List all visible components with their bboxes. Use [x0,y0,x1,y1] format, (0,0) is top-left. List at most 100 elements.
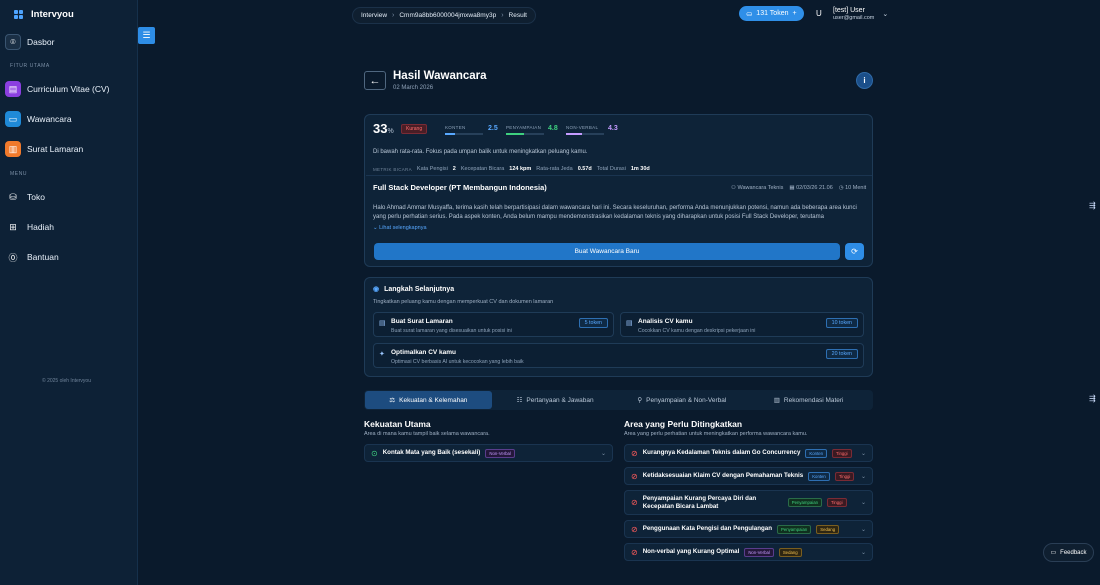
stat-value: 124 kpm [509,166,532,172]
stat-value: 1m 30d [630,166,650,172]
sparkles-icon: ✦ [379,351,385,358]
feedback-label: Feedback [1060,549,1087,556]
severity-tag: Sedang [778,547,802,557]
step-cover-letter[interactable]: ▤ Buat Surat Lamaran Buat surat lamaran … [373,312,614,337]
metric-label: KONTEN [445,125,466,130]
metric-bar [506,133,544,135]
improve-item[interactable]: ⊘ Penyampaian Kurang Percaya Diri dan Ke… [624,490,873,515]
plus-icon: + [792,10,797,17]
refresh-button[interactable]: ⟳ [845,243,864,260]
stat-label: Rata-rata Jeda [536,166,573,172]
user-email: user@gmail.com [833,15,875,21]
tab-strengths[interactable]: ⚖ Kekuatan & Kelemahan [365,391,492,409]
interview-duration: ◷ 10 Menit [839,185,866,191]
speech-metrics: METRIK BICARA Kata Pengisi 2 Kecepatan Bi… [373,166,650,172]
improve-item[interactable]: ⊘ Ketidaksesuaian Klaim CV dengan Pemaha… [624,467,873,485]
chevron-down-icon: ⌄ [860,500,866,506]
user-name: [test] User [833,7,865,14]
info-button[interactable]: i [856,72,873,89]
sidebar-item-cv[interactable]: ▤ Curriculum Vitae (CV) [5,81,110,97]
back-button[interactable]: ← [364,71,386,90]
refresh-icon: ⟳ [851,247,858,256]
side-panel-handle-icon[interactable]: ⇶ [1089,394,1096,403]
section-label: FITUR UTAMA [10,63,50,69]
breadcrumb: Interview › Cmm9a8bb6000004jmxwa8my3p › … [352,7,536,24]
cv-icon: ▤ [5,81,21,97]
chevron-right-icon: › [392,12,395,19]
document-search-icon: ▤ [626,320,633,327]
check-circle-icon: ⊙ [371,448,378,458]
brand-name: Intervyou [31,9,74,20]
improve-item[interactable]: ⊘ Kurangnya Kedalaman Teknis dalam Go Co… [624,444,873,462]
alert-circle-icon: ⊘ [631,498,638,507]
next-steps-subtitle: Tingkatkan peluang kamu dengan memperkua… [373,299,554,305]
next-steps-title-label: Langkah Selanjutnya [384,285,455,293]
stat-label: Kecepatan Bicara [460,166,505,172]
step-optimize-cv[interactable]: ✦ Optimalkan CV kamu Optimasi CV berbasi… [373,343,864,368]
sidebar-item-label: Surat Lamaran [27,144,84,154]
brand[interactable]: Intervyou [14,9,74,20]
sidebar-item-shop[interactable]: ⛁ Toko [5,189,45,205]
menu-toggle-button[interactable]: ☰ [138,27,155,44]
token-badge: 20 token [825,349,858,359]
improve-item-title: Non-verbal yang Kurang Optimal [642,548,740,555]
strengths-subtitle: Area di mana kamu tampil baik selama waw… [364,431,490,437]
alert-circle-icon: ⊘ [631,547,638,557]
new-interview-button[interactable]: Buat Wawancara Baru [374,243,840,260]
chat-icon: ▭ [5,111,21,127]
sidebar-item-gift[interactable]: ⊞ Hadiah [5,219,54,235]
sidebar-item-label: Wawancara [27,114,72,124]
sidebar: Intervyou ⌾ Dasbor FITUR UTAMA ▤ Curricu… [0,0,138,585]
sidebar-item-dashboard[interactable]: ⌾ Dasbor [5,34,54,50]
score-number: 33 [373,121,388,136]
metric-konten: KONTEN 2.5 [445,125,498,135]
improve-item-title: Penyampaian Kurang Percaya Diri dan Kece… [642,494,757,510]
sidebar-item-label: Dasbor [27,37,55,47]
metric-bar-fill [445,133,455,135]
token-button[interactable]: ⛀ 131 Token + [739,6,804,21]
improve-title: Area yang Perlu Ditingkatkan [624,419,743,429]
breadcrumb-item[interactable]: Cmm9a8bb6000004jmxwa8my3p [399,12,496,19]
user-menu[interactable]: U [test] User user@gmail.com ⌄ [816,6,888,21]
sidebar-item-label: Bantuan [27,252,59,262]
improve-item-title: Kurangnya Kedalaman Teknis dalam Go Conc… [642,449,801,456]
metric-label: PENYAMPAIAN [506,125,542,130]
interview-duration-label: 10 Menit [845,185,867,191]
token-badge: 5 token [578,318,608,328]
mic-icon: ⚲ [637,397,643,404]
tab-label: Penyampaian & Non-Verbal [646,396,727,404]
strength-item[interactable]: ⊙ Kontak Mata yang Baik (sesekali) Non-V… [364,444,613,462]
sidebar-item-cover-letter[interactable]: ▥ Surat Lamaran [5,141,83,157]
result-tabs: ⚖ Kekuatan & Kelemahan ☷ Pertanyaan & Jawa… [364,390,873,410]
tab-qa[interactable]: ☷ Pertanyaan & Jawaban [492,391,619,409]
coins-icon: ⛀ [746,10,753,18]
breadcrumb-item[interactable]: Interview [361,12,387,19]
token-badge: 10 token [825,318,858,328]
side-panel-handle-icon[interactable]: ⇶ [1089,201,1096,210]
menu-icon: ☰ [142,30,151,40]
stat-value: 0.57d [577,166,592,172]
step-desc: Buat surat lamaran yang disesuaikan untu… [391,328,512,334]
see-more-link[interactable]: ⌄ Lihat selengkapnya [373,225,427,231]
tab-materials[interactable]: ▥ Rekomendasi Materi [745,391,872,409]
improve-item-title: Penggunaan Kata Pengisi dan Pengulangan [642,525,772,532]
improve-item[interactable]: ⊘ Non-verbal yang Kurang Optimal Non-Ver… [624,543,873,561]
chevron-down-icon: ⌄ [860,549,866,556]
tab-delivery[interactable]: ⚲ Penyampaian & Non-Verbal [619,391,746,409]
metric-penyampaian: PENYAMPAIAN 4.8 [506,125,558,135]
sidebar-item-help[interactable]: ⓪ Bantuan [5,249,59,265]
interview-date: ▦ 02/03/26 21.06 [789,185,832,191]
interview-date-label: 02/03/26 21.06 [796,185,833,191]
step-analyze-cv[interactable]: ▤ Analisis CV kamu Cocokkan CV kamu deng… [620,312,864,337]
category-tag: Penyampaian [787,498,822,507]
section-label: MENU [10,171,28,177]
feedback-body: Halo Ahmad Ammar Musyaffa, terima kasih … [373,205,857,220]
severity-tag: Tinggi [832,448,852,458]
feedback-button[interactable]: ▭ Feedback [1043,543,1094,562]
page-date: 02 March 2026 [393,85,434,91]
arrow-left-icon: ← [369,74,381,87]
sidebar-item-interview[interactable]: ▭ Wawancara [5,111,72,127]
alert-circle-icon: ⊘ [631,471,638,481]
coins-icon: ⛁ [9,191,17,202]
improve-item[interactable]: ⊘ Penggunaan Kata Pengisi dan Pengulanga… [624,520,873,538]
